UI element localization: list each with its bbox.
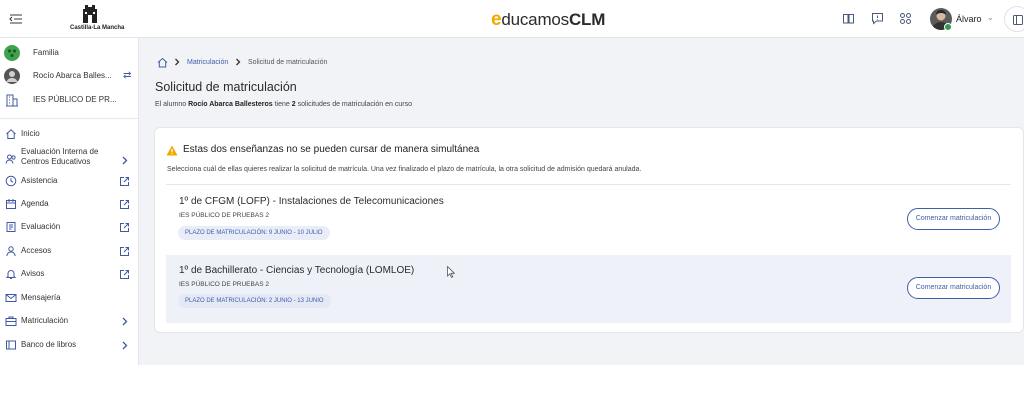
option-title: 1º de CFGM (LOFP) - Instalaciones de Tel… [179,196,444,207]
sidebar-item-banco-de-libros[interactable]: Banco de libros [0,335,139,355]
sidebar-item-inicio[interactable]: Inicio [0,124,139,144]
option-school: IES PÚBLICO DE PRUEBAS 2 [179,212,269,219]
external-link-icon [119,244,130,256]
chevron-right-icon [119,314,130,326]
sidebar-item-accesos[interactable]: Accesos [0,241,139,261]
calendar-icon [5,197,17,209]
subtitle-prefix: El alumno [155,101,189,108]
option-school: IES PÚBLICO DE PRUEBAS 2 [179,281,269,288]
sidebar-item-label: Mensajería [21,293,61,302]
warning-icon [166,143,178,156]
brand-middle: ducamos [501,10,569,29]
logo-text: Castilla-La Mancha [70,25,125,31]
apps-grid-icon[interactable] [899,12,913,26]
sidebar-item-agenda[interactable]: Agenda [0,194,139,214]
enrollment-option: 1º de CFGM (LOFP) - Instalaciones de Tel… [166,186,1011,254]
enrollment-period-badge: PLAZO DE MATRICULACIÓN: 2 JUNIO - 13 JUN… [178,294,331,308]
context-school[interactable]: IES PÚBLICO DE PR... [0,90,139,112]
sidebar-item-label: Accesos [21,246,52,255]
sidebar-item-label: Avisos [21,269,45,278]
sidebar-item-label: Banco de libros [21,340,77,349]
chat-icon[interactable] [871,12,885,26]
educamosclm-brand[interactable]: educamosCLM [491,9,605,31]
external-link-icon [119,220,130,232]
page-subtitle: El alumno Rocío Abarca Ballesteros tiene… [155,101,412,108]
chevron-right-icon [119,153,130,165]
external-link-icon [119,197,130,209]
sidebar-item-asistencia[interactable]: Asistencia [0,171,139,191]
sidebar: Familia Rocío Abarca Balles... ⇄ IES PÚB… [0,38,139,365]
context-familia-label: Familia [33,48,59,57]
brand-clm: CLM [568,10,606,29]
castilla-la-mancha-logo[interactable]: Castilla-La Mancha [70,4,125,36]
sidebar-item-label: Evaluación [21,222,61,231]
sidebar-item-label: Asistencia [21,176,58,185]
page-title: Solicitud de matriculación [155,80,297,94]
sidebar-item-label: Matriculación [21,316,69,325]
context-school-label: IES PÚBLICO DE PR... [33,95,117,104]
student-avatar [4,68,20,84]
panel-icon[interactable] [1004,6,1024,32]
sidebar-item-matriculacion[interactable]: Matriculación [0,311,139,331]
home-icon [5,127,17,139]
sidebar-item-evaluacion[interactable]: Evaluación [0,217,139,237]
sidebar-item-label: Evaluación Interna de Centros Educativos [21,147,99,166]
user-name[interactable]: Álvaro [956,14,982,24]
subtitle-mid: tiene [272,101,292,108]
breadcrumb-separator-icon [173,57,181,69]
option-title: 1º de Bachillerato - Ciencias y Tecnolog… [179,265,415,276]
brand-e: e [491,9,502,30]
start-enrollment-button[interactable]: Comenzar matriculación [907,277,1000,299]
subtitle-suffix: solicitudes de matriculación en curso [295,101,412,108]
warning-title: Estas dos enseñanzas no se pueden cursar… [183,144,480,155]
context-familia[interactable]: Familia [0,43,139,65]
breadcrumb-current: Solicitud de matriculación [248,59,328,66]
breadcrumb-separator-icon [234,57,242,69]
sidebar-item-mensajeria[interactable]: Mensajería [0,288,139,308]
book-icon[interactable] [842,12,856,26]
swap-icon[interactable]: ⇄ [123,70,131,81]
warning-description: Selecciona cuál de ellas quieres realiza… [167,166,642,173]
context-student[interactable]: Rocío Abarca Balles... ⇄ [0,66,139,88]
people-icon [5,152,17,164]
card-divider [166,184,1011,185]
briefcase-icon [5,314,17,326]
home-icon[interactable] [157,57,168,70]
mail-icon [5,291,17,303]
user-menu-chevron-icon[interactable]: ⌄ [987,13,994,22]
context-student-label: Rocío Abarca Balles... [33,71,112,80]
sidebar-divider [0,118,139,119]
app-window: Castilla-La Mancha educamosCLM Álvaro ⌄ … [0,0,1024,365]
sidebar-item-evaluacion-interna[interactable]: Evaluación Interna de Centros Educativos [0,147,139,169]
sidebar-item-label: Agenda [21,199,49,208]
online-status-dot [944,23,952,31]
student-name: Rocío Abarca Ballesteros [188,101,273,108]
breadcrumb-matriculacion[interactable]: Matriculación [187,59,228,66]
bell-icon [5,267,17,279]
sidebar-item-avisos[interactable]: Avisos [0,264,139,284]
enrollment-period-badge: PLAZO DE MATRICULACIÓN: 9 JUNIO - 10 JUL… [178,226,330,240]
document-icon [5,220,17,232]
book-stack-icon [5,338,17,350]
external-link-icon [119,174,130,186]
collapse-sidebar-icon[interactable] [9,12,23,26]
external-link-icon [119,267,130,279]
family-icon [4,45,20,61]
chevron-right-icon [119,338,130,350]
top-header: Castilla-La Mancha educamosCLM Álvaro ⌄ [0,0,1024,38]
start-enrollment-button[interactable]: Comenzar matriculación [907,208,1000,230]
person-icon [5,244,17,257]
building-icon [4,92,20,108]
mouse-cursor-icon [447,265,456,278]
enrollment-option: 1º de Bachillerato - Ciencias y Tecnolog… [166,255,1011,323]
clock-icon [5,174,17,187]
sidebar-item-label: Inicio [21,129,40,138]
